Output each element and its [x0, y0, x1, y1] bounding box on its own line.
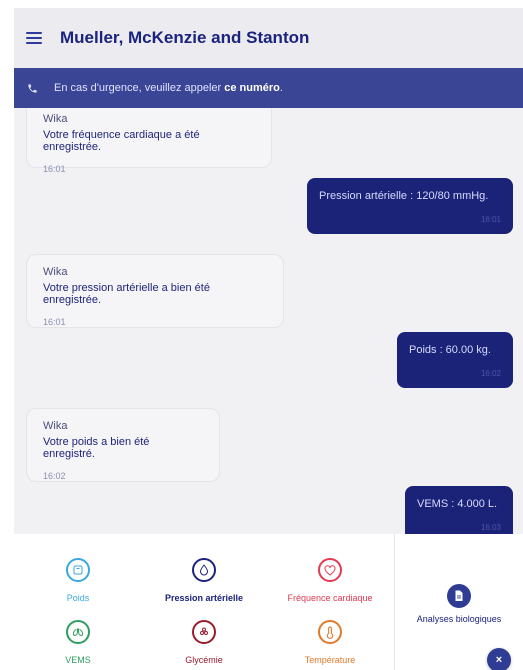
measure-pression-button[interactable]: Pression artérielle	[141, 558, 267, 603]
message-text: Pression artérielle : 120/80 mmHg.	[319, 190, 489, 202]
outgoing-message: Poids : 60.00 kg. 16:02	[397, 332, 513, 388]
glucose-icon	[192, 620, 216, 644]
incoming-message: Wika Votre pression artérielle a bien ét…	[26, 254, 284, 328]
measure-label: Température	[304, 655, 356, 665]
message-sender: Wika	[43, 266, 68, 278]
chat-thread: Wika Votre fréquence cardiaque a été enr…	[14, 108, 523, 544]
message-text: Votre pression artérielle a bien été enr…	[43, 282, 210, 306]
message-sender: Wika	[43, 420, 68, 432]
phone-icon	[26, 82, 38, 94]
document-icon	[447, 584, 471, 608]
message-text: Poids : 60.00 kg.	[409, 344, 491, 356]
page-title: Mueller, McKenzie and Stanton	[60, 28, 310, 47]
measure-label: Fréquence cardiaque	[287, 593, 373, 603]
message-text: Votre fréquence cardiaque a été enregist…	[43, 129, 200, 153]
measure-label: Pression artérielle	[164, 593, 244, 603]
measure-grid: Poids Pression artérielle Fréquence card…	[14, 534, 394, 670]
scale-icon	[66, 558, 90, 582]
drop-icon	[192, 558, 216, 582]
measure-label: Poids	[66, 593, 90, 603]
measure-poids-button[interactable]: Poids	[15, 558, 141, 603]
measure-label: VEMS	[65, 655, 91, 665]
incoming-message: Wika Votre poids a bien été enregistré. …	[26, 408, 220, 482]
app-screen: Mueller, McKenzie and Stanton En cas d'u…	[14, 8, 523, 670]
message-sender: Wika	[43, 113, 68, 125]
analyses-label: Analyses biologiques	[416, 614, 502, 624]
emergency-banner: En cas d'urgence, veuillez appeler ce nu…	[14, 68, 523, 108]
lungs-icon	[66, 620, 90, 644]
app-header: Mueller, McKenzie and Stanton	[14, 8, 523, 68]
message-time: 16:01	[480, 215, 501, 224]
close-button[interactable]: ×	[487, 648, 511, 670]
hamburger-menu-icon[interactable]	[26, 32, 42, 44]
measure-panel: Poids Pression artérielle Fréquence card…	[14, 534, 523, 670]
message-time: 16:01	[43, 164, 66, 174]
message-text: Votre poids a bien été enregistré.	[43, 436, 150, 460]
measure-temperature-button[interactable]: Température	[267, 620, 393, 665]
measure-vems-button[interactable]: VEMS	[15, 620, 141, 665]
measure-label: Glycémie	[185, 655, 223, 665]
heart-icon	[318, 558, 342, 582]
message-time: 16:02	[43, 471, 66, 481]
measure-frequence-button[interactable]: Fréquence cardiaque	[267, 558, 393, 603]
message-time: 16:02	[480, 369, 501, 378]
message-time: 16:01	[43, 317, 66, 327]
outgoing-message: Pression artérielle : 120/80 mmHg. 16:01	[307, 178, 513, 234]
thermometer-icon	[318, 620, 342, 644]
measure-glycemie-button[interactable]: Glycémie	[141, 620, 267, 665]
message-text: VEMS : 4.000 L.	[417, 498, 498, 510]
emergency-text: En cas d'urgence, veuillez appeler ce nu…	[54, 82, 283, 94]
incoming-message: Wika Votre fréquence cardiaque a été enr…	[26, 108, 272, 174]
message-time: 16:03	[480, 523, 501, 532]
emergency-number-link[interactable]: ce numéro	[224, 82, 280, 94]
